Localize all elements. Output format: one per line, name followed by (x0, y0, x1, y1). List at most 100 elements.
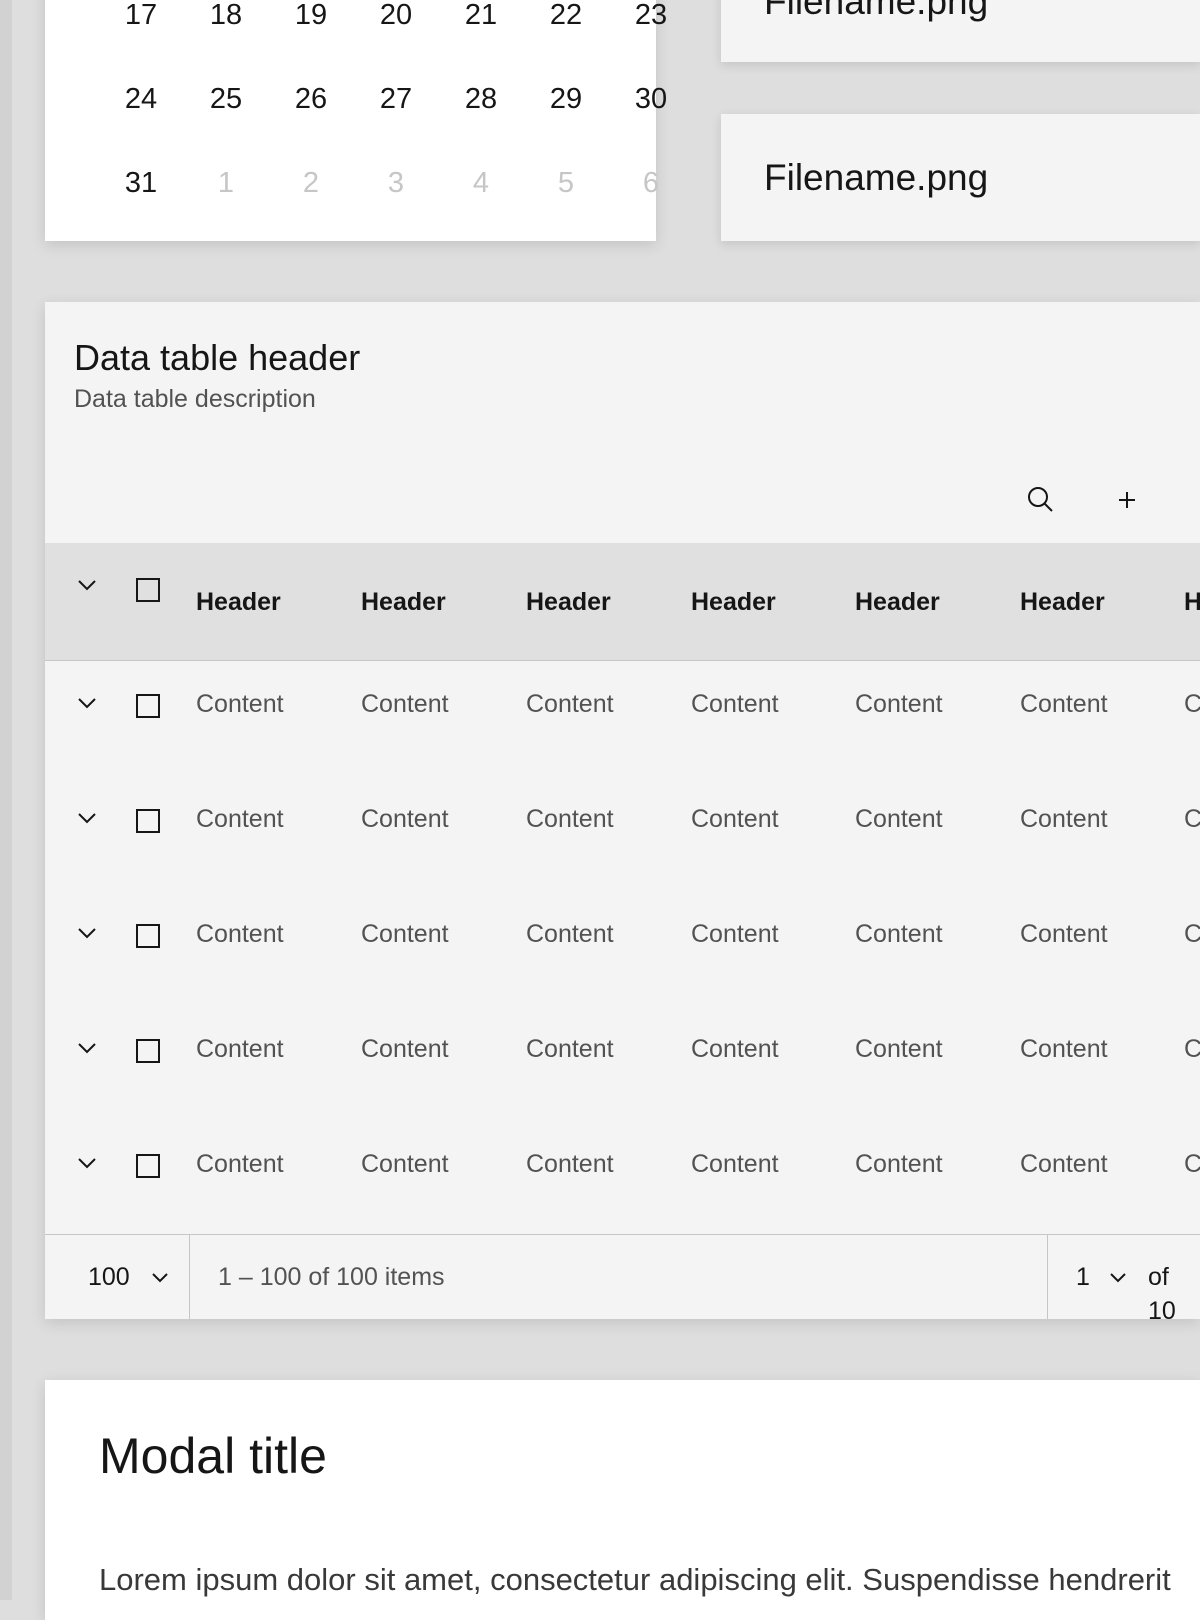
table-row[interactable]: Content Content Content Content Content … (45, 1121, 1200, 1236)
table-cell: Content (855, 920, 943, 948)
table-row[interactable]: Content Content Content Content Content … (45, 776, 1200, 891)
row-checkbox[interactable] (136, 1039, 160, 1063)
modal-body-text: Lorem ipsum dolor sit amet, consectetur … (99, 1562, 1171, 1597)
column-header[interactable]: Header (526, 585, 611, 619)
expand-row-chevron-icon[interactable] (75, 1036, 99, 1060)
column-header[interactable]: Header (1184, 585, 1200, 619)
table-cell: Content (526, 1150, 614, 1178)
table-cell: Content (691, 690, 779, 718)
item-range-text: 1 – 100 of 100 items (218, 1263, 445, 1291)
calendar-day[interactable]: 25 (196, 79, 256, 119)
expand-row-chevron-icon[interactable] (75, 1151, 99, 1175)
divider (1047, 1235, 1048, 1319)
calendar-day[interactable]: 21 (451, 0, 511, 35)
add-icon[interactable] (1107, 480, 1147, 520)
calendar-day[interactable]: 31 (111, 163, 171, 203)
table-cell: Content (196, 1150, 284, 1178)
file-uploader-item: Filename.png (721, 114, 1200, 241)
table-cell: Content (855, 1150, 943, 1178)
table-cell: Content (361, 920, 449, 948)
calendar-day[interactable]: 20 (366, 0, 426, 35)
table-cell: Content (1184, 805, 1200, 833)
table-cell: Content (1184, 1150, 1200, 1178)
calendar-week: 17 18 19 20 21 22 23 (45, 0, 667, 35)
table-description: Data table description (74, 385, 316, 413)
row-checkbox[interactable] (136, 809, 160, 833)
table-cell: Content (361, 1035, 449, 1063)
table-cell: Content (361, 1150, 449, 1178)
column-header[interactable]: Header (855, 585, 940, 619)
calendar-day[interactable]: 27 (366, 79, 426, 119)
table-cell: Content (691, 1150, 779, 1178)
modal-title: Modal title (99, 1428, 327, 1484)
calendar-day[interactable]: 18 (196, 0, 256, 35)
table-cell: Content (361, 690, 449, 718)
table-cell: Content (1020, 690, 1108, 718)
file-name: Filename.png (764, 0, 989, 22)
calendar-week: 24 25 26 27 28 29 30 (45, 79, 667, 119)
calendar-day-next-month[interactable]: 6 (621, 163, 681, 203)
calendar-day[interactable]: 28 (451, 79, 511, 119)
table-cell: Content (1020, 1035, 1108, 1063)
calendar-day[interactable]: 17 (111, 0, 171, 35)
page-select-chevron-icon[interactable] (1106, 1265, 1130, 1289)
calendar-day[interactable]: 19 (281, 0, 341, 35)
table-title: Data table header (74, 337, 361, 378)
table-cell: Content (361, 805, 449, 833)
table-cell: Content (196, 920, 284, 948)
calendar-day-next-month[interactable]: 3 (366, 163, 426, 203)
expand-all-chevron-icon[interactable] (75, 573, 99, 597)
search-icon[interactable] (1020, 480, 1060, 520)
page-number-value[interactable]: 1 (1076, 1260, 1090, 1294)
calendar-day-next-month[interactable]: 1 (196, 163, 256, 203)
column-header[interactable]: Header (1020, 585, 1105, 619)
table-cell: Content (1184, 1035, 1200, 1063)
table-cell: Content (1020, 1150, 1108, 1178)
select-all-checkbox[interactable] (136, 578, 160, 602)
expand-row-chevron-icon[interactable] (75, 691, 99, 715)
calendar-day[interactable]: 22 (536, 0, 596, 35)
column-header[interactable]: Header (691, 585, 776, 619)
row-checkbox[interactable] (136, 1154, 160, 1178)
expand-row-chevron-icon[interactable] (75, 806, 99, 830)
table-cell: Content (1020, 920, 1108, 948)
column-header[interactable]: Header (196, 585, 281, 619)
table-row[interactable]: Content Content Content Content Content … (45, 1006, 1200, 1121)
calendar-day[interactable]: 24 (111, 79, 171, 119)
divider (189, 1235, 190, 1319)
table-cell: Content (1184, 920, 1200, 948)
table-row[interactable]: Content Content Content Content Content … (45, 891, 1200, 1006)
file-name: Filename.png (764, 157, 989, 198)
items-per-page-value[interactable]: 100 (88, 1260, 130, 1294)
table-cell: Content (1020, 805, 1108, 833)
table-cell: Content (526, 690, 614, 718)
row-checkbox[interactable] (136, 694, 160, 718)
table-cell: Content (691, 1035, 779, 1063)
table-cell: Content (855, 805, 943, 833)
page-edge (0, 0, 12, 1600)
calendar-day-next-month[interactable]: 4 (451, 163, 511, 203)
total-pages-text: of 10 (1148, 1263, 1176, 1319)
calendar-day[interactable]: 30 (621, 79, 681, 119)
column-header[interactable]: Header (361, 585, 446, 619)
table-row[interactable]: Content Content Content Content Content … (45, 661, 1200, 776)
row-checkbox[interactable] (136, 924, 160, 948)
date-picker-calendar: 17 18 19 20 21 22 23 24 25 26 27 28 29 3… (45, 0, 667, 241)
table-cell: Content (196, 1035, 284, 1063)
table-cell: Content (196, 805, 284, 833)
table-cell: Content (691, 920, 779, 948)
items-per-page-chevron-icon[interactable] (148, 1265, 172, 1289)
calendar-day[interactable]: 29 (536, 79, 596, 119)
table-cell: Content (1184, 690, 1200, 718)
table-cell: Content (855, 690, 943, 718)
pagination-bar: 100 1 – 100 of 100 items 1 of 10 (45, 1234, 1200, 1319)
table-cell: Content (526, 805, 614, 833)
calendar-day[interactable]: 26 (281, 79, 341, 119)
modal-dialog: Modal title Lorem ipsum dolor sit amet, … (45, 1380, 1200, 1620)
file-uploader-item: Filename.png (721, 0, 1200, 62)
calendar-day-next-month[interactable]: 5 (536, 163, 596, 203)
calendar-day-next-month[interactable]: 2 (281, 163, 341, 203)
table-cell: Content (526, 1035, 614, 1063)
expand-row-chevron-icon[interactable] (75, 921, 99, 945)
calendar-day[interactable]: 23 (621, 0, 681, 35)
